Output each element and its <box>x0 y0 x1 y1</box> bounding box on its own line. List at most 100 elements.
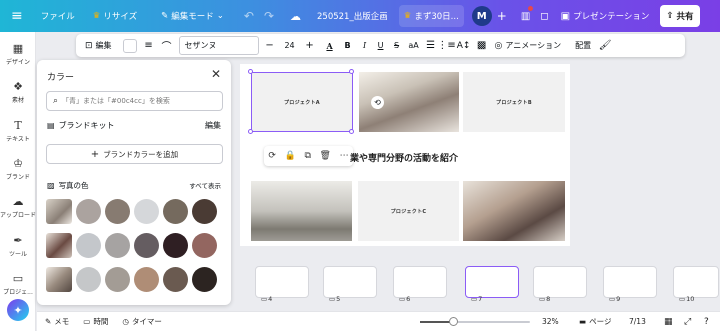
rail-item-uploads[interactable]: ☁ アップロード <box>0 194 36 220</box>
selection-handle[interactable] <box>349 69 354 74</box>
redo-button[interactable]: ↷ <box>259 5 279 27</box>
underline-icon[interactable]: U <box>373 36 389 55</box>
color-swatch[interactable] <box>134 233 159 258</box>
font-size-field[interactable]: 24 <box>277 36 303 55</box>
more-icon[interactable]: ⋯ <box>340 151 349 161</box>
selection-handle[interactable] <box>349 129 354 134</box>
show-all-link[interactable]: すべて表示 <box>189 180 221 191</box>
color-swatch[interactable] <box>163 199 188 224</box>
timing-button[interactable]: ▭ 時間 <box>83 316 108 327</box>
page-thumbnail[interactable] <box>603 266 657 298</box>
resize-button[interactable]: ♛ リサイズ <box>88 5 142 27</box>
align-icon[interactable]: ☰ <box>423 36 439 55</box>
color-swatch[interactable] <box>163 233 188 258</box>
page-thumbnail[interactable] <box>323 266 377 298</box>
share-button[interactable]: ⇪ 共有 <box>660 5 700 27</box>
paint-format-icon[interactable]: 🖌 <box>597 36 613 55</box>
font-family-select[interactable]: セザンヌ <box>178 36 259 55</box>
undo-button[interactable]: ↶ <box>239 5 259 27</box>
file-menu[interactable]: ファイル <box>36 5 80 27</box>
strikethrough-icon[interactable]: S <box>389 36 405 55</box>
avatar[interactable]: M <box>471 6 492 26</box>
color-swatch[interactable] <box>76 267 101 292</box>
lock-icon[interactable]: 🔒 <box>285 151 296 161</box>
rail-item-text[interactable]: T テキスト <box>0 118 36 144</box>
color-swatch[interactable] <box>76 199 101 224</box>
grid-view-icon[interactable]: ▦ <box>664 317 673 327</box>
add-brand-color-button[interactable]: + ブランドカラーを追加 <box>46 144 223 164</box>
cloud-save-icon[interactable]: ☁ <box>285 5 306 27</box>
page-thumbnail[interactable] <box>533 266 587 298</box>
page-thumbnail[interactable] <box>393 266 447 298</box>
page-thumbnail[interactable] <box>673 266 719 298</box>
color-swatch[interactable] <box>192 267 217 292</box>
timer-button[interactable]: ◷ タイマー <box>122 316 162 327</box>
edit-button[interactable]: ⊡ 編集 <box>80 36 117 55</box>
color-search-input[interactable]: ⌕ 「青」または「#00c4cc」を検索 <box>46 91 223 111</box>
bold-icon[interactable]: B <box>339 36 357 55</box>
rail-item-brand[interactable]: ♔ ブランド <box>0 156 36 182</box>
border-weight-icon[interactable]: ≡ <box>139 36 159 55</box>
edit-mode-dropdown[interactable]: ✎ 編集モード ⌄ <box>156 5 229 27</box>
zoom-value[interactable]: 32% <box>542 317 559 326</box>
page-thumbnail-current[interactable] <box>465 266 519 298</box>
text-color-icon[interactable]: A <box>321 36 339 55</box>
animation-button[interactable]: ◎ アニメーション <box>491 36 566 55</box>
doc-title[interactable]: 250521_出版企画 <box>312 5 393 27</box>
rail-item-tools[interactable]: ✒ ツール <box>0 233 36 259</box>
corner-radius-icon[interactable]: ⌒ <box>159 36 175 55</box>
card-project-b[interactable]: プロジェクトB <box>463 72 565 132</box>
page-thumbnail[interactable] <box>255 266 309 298</box>
rotate-icon[interactable]: ⟳ <box>268 151 276 161</box>
rail-item-elements[interactable]: ❖ 素材 <box>0 79 36 105</box>
color-swatch-button[interactable] <box>121 36 139 55</box>
brand-kit-edit-link[interactable]: 編集 <box>205 120 221 131</box>
color-swatch[interactable] <box>163 267 188 292</box>
color-swatch[interactable] <box>105 233 130 258</box>
color-swatch[interactable] <box>192 199 217 224</box>
color-swatch[interactable] <box>105 199 130 224</box>
list-icon[interactable]: ⋮≡ <box>437 36 455 55</box>
crown-icon: ♛ <box>403 11 412 21</box>
spacing-icon[interactable]: A↕ <box>455 36 473 55</box>
present-button[interactable]: ▣ プレゼンテーション <box>556 5 655 27</box>
trash-icon[interactable]: 🗑 <box>320 151 331 161</box>
selection-handle[interactable] <box>248 69 253 74</box>
photo-meeting[interactable] <box>463 181 565 241</box>
photo-office-team[interactable]: ⟲ <box>359 72 459 132</box>
color-swatch[interactable] <box>76 233 101 258</box>
duplicate-icon[interactable]: ⧉ <box>304 151 310 161</box>
card-project-c[interactable]: プロジェクトC <box>358 181 459 241</box>
close-icon[interactable]: ✕ <box>211 67 221 81</box>
analytics-icon[interactable]: ▥ <box>516 5 535 27</box>
help-icon[interactable]: ? <box>704 317 709 327</box>
color-swatch[interactable] <box>134 199 159 224</box>
pages-button[interactable]: ▬ ページ <box>579 316 611 327</box>
font-size-increase[interactable]: + <box>303 36 317 55</box>
font-size-decrease[interactable]: − <box>263 36 277 55</box>
zoom-slider[interactable] <box>420 317 530 326</box>
comment-icon[interactable]: ◻ <box>535 5 553 27</box>
rail-item-design[interactable]: ▦ デザイン <box>0 41 36 67</box>
color-swatch[interactable] <box>192 233 217 258</box>
add-collaborator-icon[interactable]: + <box>492 5 512 27</box>
fullscreen-icon[interactable]: ⤢ <box>684 317 691 327</box>
notes-button[interactable]: ✎ メモ <box>45 316 69 327</box>
replace-image-icon[interactable]: ⟲ <box>371 96 384 109</box>
add-brand-label: ブランドカラーを追加 <box>103 149 179 159</box>
selection-handle[interactable] <box>248 129 253 134</box>
case-icon[interactable]: aA <box>405 36 423 55</box>
headline-text[interactable]: 業や専門分野の活動を紹介 <box>350 151 458 164</box>
rail-item-projects[interactable]: ▭ プロジェ... <box>0 271 36 297</box>
position-button[interactable]: 配置 <box>569 36 597 55</box>
zoom-slider-thumb[interactable] <box>449 317 458 326</box>
upgrade-button[interactable]: ♛ まず30日... <box>398 5 464 27</box>
italic-icon[interactable]: I <box>357 36 373 55</box>
magic-ai-button[interactable]: ✦ <box>7 299 29 321</box>
card-project-a[interactable]: プロジェクトA <box>251 72 353 132</box>
menu-icon[interactable]: ≡ <box>6 5 28 27</box>
color-swatch[interactable] <box>134 267 159 292</box>
transparency-icon[interactable]: ▩ <box>473 36 491 55</box>
color-swatch[interactable] <box>105 267 130 292</box>
photo-office-space[interactable] <box>251 181 352 241</box>
